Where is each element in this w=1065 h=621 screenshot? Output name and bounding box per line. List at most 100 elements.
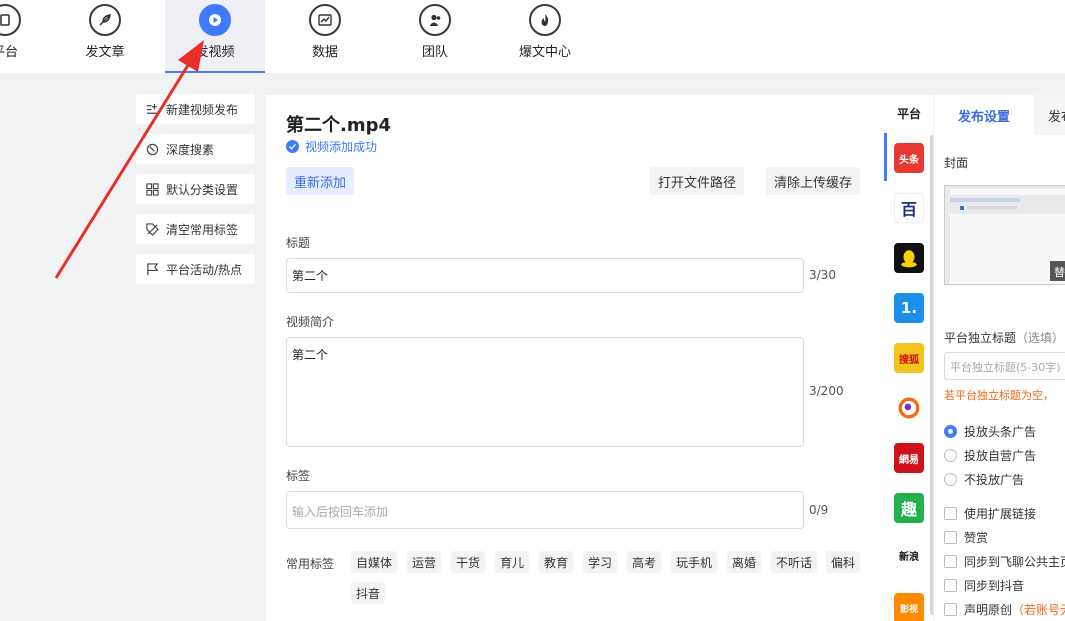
- common-tag[interactable]: 干货: [451, 551, 486, 573]
- menu-default-category[interactable]: 默认分类设置: [136, 174, 255, 204]
- tags-input[interactable]: 输入后按回车添加: [286, 491, 804, 529]
- title-label: 标题: [286, 236, 311, 250]
- check-sync-feiliao[interactable]: 同步到飞聊公共主页: [944, 553, 1065, 570]
- nav-label: 爆文中心: [518, 45, 571, 60]
- top-nav: 平台 发文章 发视频 数据 团队 爆文中心: [0, 0, 1065, 73]
- checkbox[interactable]: [944, 507, 957, 520]
- menu-label: 默认分类设置: [166, 182, 239, 197]
- common-tag[interactable]: 高考: [627, 551, 662, 573]
- common-tag[interactable]: 不听话: [771, 551, 818, 573]
- nav-label: 发文章: [85, 45, 125, 60]
- new-list-icon: [145, 102, 159, 116]
- sohu-icon[interactable]: 搜狐: [894, 343, 924, 373]
- tags-counter: 0/9: [809, 503, 829, 517]
- settings-tabs: 发布设置 发布: [934, 95, 1065, 135]
- cover-replace-badge[interactable]: 替: [1050, 261, 1065, 281]
- platform-list: 平台 头条 百 1. 搜狐 網易 趣 新浪 影视: [884, 95, 934, 621]
- clear-upload-cache-button[interactable]: 清除上传缓存: [766, 167, 861, 195]
- common-tag[interactable]: 自媒体: [351, 551, 398, 573]
- menu-label: 平台活动/热点: [166, 262, 243, 277]
- intro-textarea[interactable]: 第二个: [286, 337, 804, 447]
- nav-item-hot[interactable]: 爆文中心: [495, 0, 595, 73]
- indep-title-label: 平台独立标题（选填）: [944, 331, 1065, 345]
- play-icon: [199, 4, 231, 36]
- success-text: 视频添加成功: [305, 140, 378, 154]
- common-tag[interactable]: 学习: [583, 551, 618, 573]
- menu-label: 清空常用标签: [166, 222, 239, 237]
- check-circle-icon: [286, 140, 299, 153]
- checkbox[interactable]: [944, 603, 957, 616]
- grid-icon: [145, 182, 159, 196]
- common-tags-label: 常用标签: [286, 557, 335, 571]
- common-tag[interactable]: 教育: [539, 551, 574, 573]
- clock-icon: [145, 142, 159, 156]
- checkbox[interactable]: [944, 531, 957, 544]
- title-input[interactable]: 第二个: [286, 258, 804, 293]
- qq-icon[interactable]: [894, 243, 924, 273]
- checkbox[interactable]: [944, 579, 957, 592]
- bilibili-icon[interactable]: 影视: [894, 593, 924, 621]
- menu-label: 新建视频发布: [166, 102, 239, 117]
- scrollbar[interactable]: [930, 135, 933, 615]
- platform-icon: [0, 4, 21, 36]
- nav-item-data[interactable]: 数据: [275, 0, 375, 73]
- open-file-path-button[interactable]: 打开文件路径: [650, 167, 745, 195]
- cover-label: 封面: [944, 156, 969, 170]
- check-reward[interactable]: 赞赏: [944, 529, 988, 546]
- nav-item-team[interactable]: 团队: [385, 0, 485, 73]
- check-original[interactable]: 声明原创（若账号无: [944, 601, 1065, 618]
- menu-label: 深度搜素: [166, 142, 215, 157]
- menu-clear-tags[interactable]: 清空常用标签: [136, 214, 255, 244]
- tab-publish-other[interactable]: 发布: [1034, 95, 1065, 135]
- nav-label: 平台: [0, 45, 18, 60]
- ad-option-toutiao[interactable]: 投放头条广告: [944, 423, 1036, 440]
- check-sync-douyin[interactable]: 同步到抖音: [944, 577, 1024, 594]
- xinlang-icon[interactable]: 新浪: [894, 543, 924, 573]
- qutoutiao-icon[interactable]: 趣: [894, 493, 924, 523]
- upload-success: 视频添加成功: [286, 138, 377, 155]
- radio[interactable]: [944, 473, 957, 486]
- tab-publish-settings[interactable]: 发布设置: [934, 95, 1034, 135]
- common-tag[interactable]: 抖音: [351, 582, 386, 604]
- flag-icon: [145, 262, 159, 276]
- readd-button[interactable]: 重新添加: [286, 167, 355, 195]
- ad-option-none[interactable]: 不投放广告: [944, 471, 1024, 488]
- tags-label: 标签: [286, 469, 311, 483]
- chart-icon: [309, 4, 341, 36]
- common-tag[interactable]: 偏科: [826, 551, 861, 573]
- menu-deep-search[interactable]: 深度搜素: [136, 134, 255, 164]
- intro-counter: 3/200: [809, 384, 844, 398]
- common-tag[interactable]: 运营: [407, 551, 442, 573]
- netease-icon[interactable]: 網易: [894, 443, 924, 473]
- menu-activities[interactable]: 平台活动/热点: [136, 254, 255, 284]
- tag-clear-icon: [145, 222, 159, 236]
- check-extend-link[interactable]: 使用扩展链接: [944, 505, 1036, 522]
- file-name: 第二个.mp4: [286, 115, 392, 136]
- title-counter: 3/30: [809, 268, 836, 282]
- nav-item-platform[interactable]: 平台: [0, 0, 55, 73]
- nav-item-video[interactable]: 发视频: [165, 0, 265, 73]
- menu-new-video[interactable]: 新建视频发布: [136, 94, 255, 124]
- indep-title-warning: 若平台独立标题为空，: [944, 389, 1054, 402]
- radio[interactable]: [944, 449, 957, 462]
- indep-title-input[interactable]: 平台独立标题(5-30字): [944, 352, 1065, 380]
- checkbox[interactable]: [944, 555, 957, 568]
- ad-option-self[interactable]: 投放自营广告: [944, 447, 1036, 464]
- yidian-icon[interactable]: 1.: [894, 293, 924, 323]
- feather-icon: [89, 4, 121, 36]
- toutiao-icon[interactable]: 头条: [894, 143, 924, 173]
- radio-selected[interactable]: [944, 425, 957, 438]
- baijiahao-icon[interactable]: 百: [894, 193, 924, 223]
- weibo-video-icon[interactable]: [894, 393, 924, 423]
- team-icon: [419, 4, 451, 36]
- cover-thumbnail[interactable]: 替: [944, 185, 1065, 285]
- nav-item-article[interactable]: 发文章: [55, 0, 155, 73]
- common-tag[interactable]: 玩手机: [671, 551, 718, 573]
- fire-icon: [529, 4, 561, 36]
- nav-label: 发视频: [195, 45, 235, 60]
- nav-label: 数据: [311, 45, 338, 60]
- common-tag[interactable]: 离婚: [727, 551, 762, 573]
- common-tag[interactable]: 育儿: [495, 551, 530, 573]
- platform-header: 平台: [896, 107, 921, 121]
- nav-label: 团队: [421, 45, 448, 60]
